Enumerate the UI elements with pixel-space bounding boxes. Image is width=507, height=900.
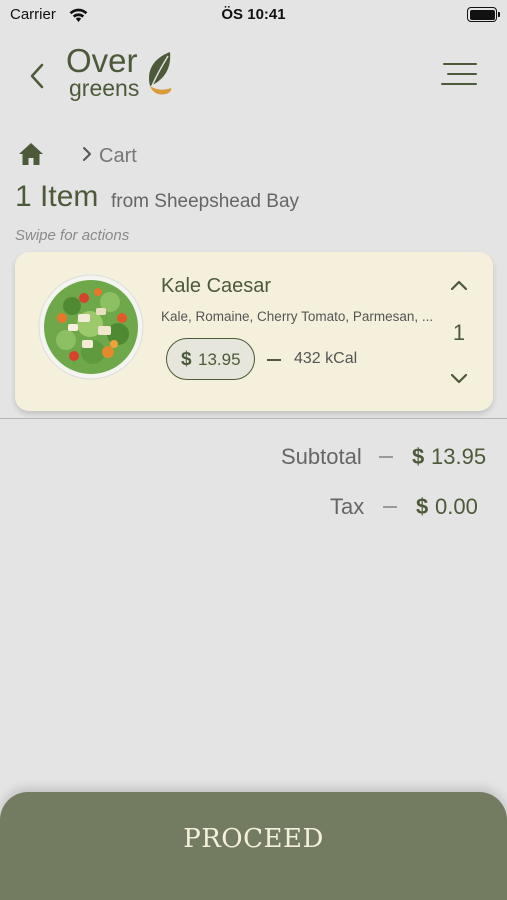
leaf-icon [148, 52, 172, 95]
chevron-up-icon [450, 280, 468, 291]
cart-item-card[interactable]: Kale Caesar Kale, Romaine, Cherry Tomato… [15, 252, 493, 411]
separator-dash [267, 359, 281, 361]
chevron-down-icon [450, 373, 468, 384]
proceed-label: PROCEED [183, 824, 324, 854]
menu-button[interactable] [439, 60, 477, 88]
salad-image [38, 274, 144, 380]
item-name: Kale Caesar [161, 275, 272, 297]
battery-icon [467, 7, 500, 22]
breadcrumb-current: Cart [99, 145, 137, 167]
menu-line-2 [447, 73, 477, 75]
quantity-increase-button[interactable] [447, 274, 471, 296]
items-count: 1 Item [15, 180, 99, 213]
menu-line-1 [443, 63, 477, 65]
tax-dash [383, 506, 397, 508]
back-button[interactable] [22, 58, 54, 94]
chevron-right-icon [83, 147, 91, 161]
tax-label: Tax [330, 494, 365, 519]
item-price-badge: $ 13.95 [166, 338, 255, 380]
subtotal-dash [379, 456, 393, 458]
item-calories: 432 kCal [294, 350, 358, 367]
item-description: Kale, Romaine, Cherry Tomato, Parmesan, … [161, 309, 434, 324]
breadcrumb: Cart [18, 142, 318, 170]
tax-currency: $ [416, 494, 429, 519]
subtotal-label: Subtotal [281, 444, 362, 469]
subtotal-currency: $ [412, 444, 425, 469]
subtotal-value: 13.95 [431, 444, 487, 469]
swipe-hint: Swipe for actions [15, 227, 130, 244]
quantity-value: 1 [452, 320, 466, 345]
proceed-button[interactable]: PROCEED [0, 792, 507, 900]
menu-line-3 [441, 83, 477, 85]
price-value: 13.95 [198, 350, 241, 369]
quantity-decrease-button[interactable] [447, 368, 471, 390]
home-icon[interactable] [18, 142, 44, 166]
tax-value: 0.00 [435, 494, 478, 519]
status-bar: Carrier ÖS 10:41 [0, 0, 507, 32]
divider [0, 418, 507, 419]
logo-text-over: Over [66, 42, 138, 79]
overgreens-logo: Over greens [66, 44, 186, 104]
chevron-left-icon [30, 63, 44, 89]
clock: ÖS 10:41 [221, 6, 286, 23]
price-currency: $ [181, 349, 192, 370]
logo-text-greens: greens [69, 75, 140, 101]
store-location: from Sheepshead Bay [111, 191, 300, 212]
